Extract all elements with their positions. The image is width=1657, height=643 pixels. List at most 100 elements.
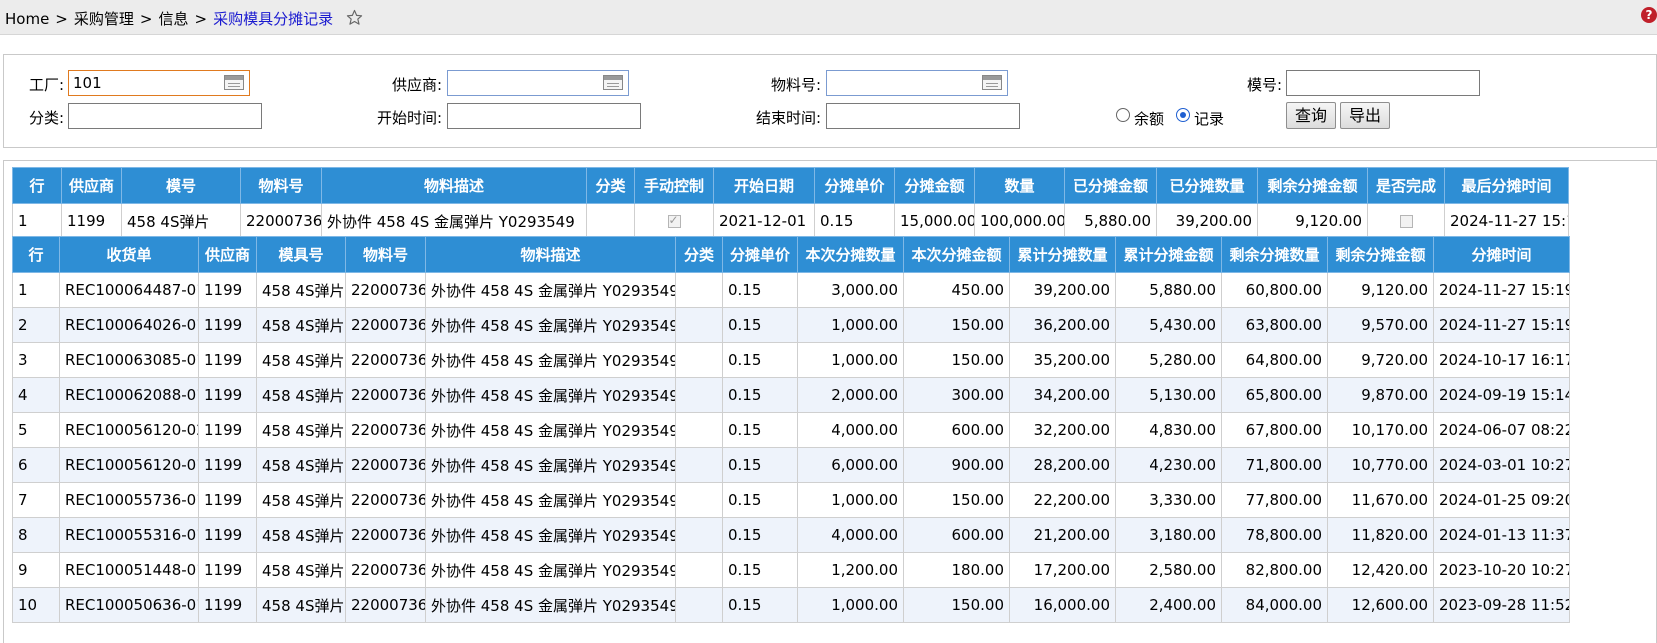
export-button[interactable]: 导出: [1340, 102, 1390, 129]
column-header[interactable]: 累计分摊金额: [1115, 236, 1222, 273]
column-header[interactable]: 剩余分摊数量: [1221, 236, 1328, 273]
table-cell: 2024-06-07 08:22: [1433, 412, 1570, 448]
supplier-field[interactable]: [447, 70, 629, 96]
table-cell: 2024-01-13 11:37: [1433, 517, 1570, 553]
column-header[interactable]: 物料描述: [425, 236, 676, 273]
table-cell: 5,880.00: [1064, 203, 1157, 239]
column-header[interactable]: 分类: [586, 167, 635, 204]
table-cell: 10: [12, 587, 60, 623]
table-cell: 60,800.00: [1221, 272, 1328, 308]
column-header[interactable]: 行: [12, 167, 62, 204]
column-header[interactable]: 累计分摊数量: [1009, 236, 1116, 273]
column-header[interactable]: 供应商: [198, 236, 257, 273]
table-cell: 150.00: [903, 342, 1010, 378]
column-header[interactable]: 手动控制: [634, 167, 714, 204]
table-cell: 78,800.00: [1221, 517, 1328, 553]
column-header[interactable]: 分摊金额: [894, 167, 975, 204]
end-time-field[interactable]: [826, 103, 1020, 129]
lookup-icon[interactable]: [603, 75, 623, 90]
table-row[interactable]: 5 REC100056120-02 1199 458 4S弹片 22000736 外协件 …: [12, 412, 1570, 448]
table-cell: REC100056120-02: [59, 412, 199, 448]
table-cell: 2024-01-25 09:20: [1433, 482, 1570, 518]
radio-record[interactable]: [1176, 108, 1190, 122]
start-time-field[interactable]: [447, 103, 641, 129]
table-row[interactable]: 10 REC100050636-01 1199 458 4S弹片 22000736 外协件…: [12, 587, 1570, 623]
column-header[interactable]: 最后分摊时间: [1444, 167, 1569, 204]
table-cell: 22000736: [345, 587, 426, 623]
column-header[interactable]: 数量: [974, 167, 1065, 204]
table-cell: 39,200.00: [1156, 203, 1258, 239]
table-cell: 4,230.00: [1115, 447, 1222, 483]
query-button[interactable]: 查询: [1286, 102, 1336, 129]
table-cell: 4: [12, 377, 60, 413]
table-cell: [675, 272, 723, 308]
table-cell: 0.15: [722, 587, 798, 623]
table-row[interactable]: 8 REC100055316-01 1199 458 4S弹片 22000736 外协件 …: [12, 517, 1570, 553]
table-cell: 3,000.00: [797, 272, 904, 308]
table-cell: 0.15: [722, 447, 798, 483]
column-header[interactable]: 分摊单价: [814, 167, 895, 204]
table-cell: 2024-11-27 15:19: [1444, 203, 1569, 239]
factory-field[interactable]: 101: [68, 70, 250, 96]
help-icon[interactable]: ?: [1641, 7, 1657, 23]
table-cell: 28,200.00: [1009, 447, 1116, 483]
table-cell: 9,570.00: [1327, 307, 1434, 343]
table-cell: [675, 412, 723, 448]
table-cell: 6: [12, 447, 60, 483]
table-row[interactable]: 9 REC100051448-01 1199 458 4S弹片 22000736 外协件 …: [12, 552, 1570, 588]
table-cell: 9,120.00: [1257, 203, 1368, 239]
column-header[interactable]: 物料号: [345, 236, 426, 273]
favorite-star-icon[interactable]: [346, 9, 363, 30]
table-cell: 180.00: [903, 552, 1010, 588]
material-field[interactable]: [826, 70, 1008, 96]
category-field[interactable]: [68, 103, 262, 129]
table-cell: 6,000.00: [797, 447, 904, 483]
column-header[interactable]: 分摊单价: [722, 236, 798, 273]
table-cell: 0.15: [722, 272, 798, 308]
column-header[interactable]: 行: [12, 236, 60, 273]
breadcrumb-purchasing[interactable]: 采购管理: [74, 10, 134, 28]
table-cell: 12,600.00: [1327, 587, 1434, 623]
table-row[interactable]: 4 REC100062088-01 1199 458 4S弹片 22000736 外协件 …: [12, 377, 1570, 413]
column-header[interactable]: 本次分摊数量: [797, 236, 904, 273]
column-header[interactable]: 物料描述: [321, 167, 587, 204]
summary-row[interactable]: 1 1199 458 4S弹片 22000736 外协件 458 4S 金属弹片 Y02…: [12, 203, 1569, 239]
table-row[interactable]: 7 REC100055736-01 1199 458 4S弹片 22000736 外协件 …: [12, 482, 1570, 518]
table-cell: 458 4S弹片: [256, 377, 346, 413]
column-header[interactable]: 开始日期: [713, 167, 815, 204]
column-header[interactable]: 收货单: [59, 236, 199, 273]
column-header[interactable]: 剩余分摊金额: [1327, 236, 1434, 273]
table-cell: 0.15: [722, 377, 798, 413]
column-header[interactable]: 已分摊数量: [1156, 167, 1258, 204]
breadcrumb-info[interactable]: 信息: [158, 10, 188, 28]
column-header[interactable]: 供应商: [61, 167, 122, 204]
table-cell: [675, 447, 723, 483]
mold-field[interactable]: [1286, 70, 1480, 96]
completed-checkbox: [1399, 215, 1413, 228]
radio-balance[interactable]: [1116, 108, 1130, 122]
column-header[interactable]: 模具号: [256, 236, 346, 273]
column-header[interactable]: 物料号: [240, 167, 322, 204]
table-cell: 8: [12, 517, 60, 553]
breadcrumb-home[interactable]: Home: [5, 10, 49, 28]
table-cell: 2,400.00: [1115, 587, 1222, 623]
column-header[interactable]: 模号: [121, 167, 241, 204]
table-cell: 2024-11-27 15:19: [1433, 272, 1570, 308]
column-header[interactable]: 是否完成: [1367, 167, 1445, 204]
column-header[interactable]: 分类: [675, 236, 723, 273]
lookup-icon[interactable]: [982, 75, 1002, 90]
column-header[interactable]: 已分摊金额: [1064, 167, 1157, 204]
table-cell: 外协件 458 4S 金属弹片 Y0293549: [425, 377, 676, 413]
table-cell: 150.00: [903, 587, 1010, 623]
table-row[interactable]: 1 REC100064487-01 1199 458 4S弹片 22000736 外协件 …: [12, 272, 1570, 308]
column-header[interactable]: 剩余分摊金额: [1257, 167, 1368, 204]
table-row[interactable]: 6 REC100056120-01 1199 458 4S弹片 22000736 外协件 …: [12, 447, 1570, 483]
column-header[interactable]: 分摊时间: [1433, 236, 1570, 273]
summary-table: 行供应商 模号 物料号 物料描述 分类 手动控制 开始日期 分摊单价 分摊金额 数量 已分摊金额 已分…: [12, 167, 1569, 239]
table-row[interactable]: 2 REC100064026-01 1199 458 4S弹片 22000736 外协件 …: [12, 307, 1570, 343]
table-row[interactable]: 3 REC100063085-01 1199 458 4S弹片 22000736 外协件 …: [12, 342, 1570, 378]
table-cell: 1199: [198, 587, 257, 623]
column-header[interactable]: 本次分摊金额: [903, 236, 1010, 273]
lookup-icon[interactable]: [224, 75, 244, 90]
table-cell: 2024-03-01 10:27: [1433, 447, 1570, 483]
